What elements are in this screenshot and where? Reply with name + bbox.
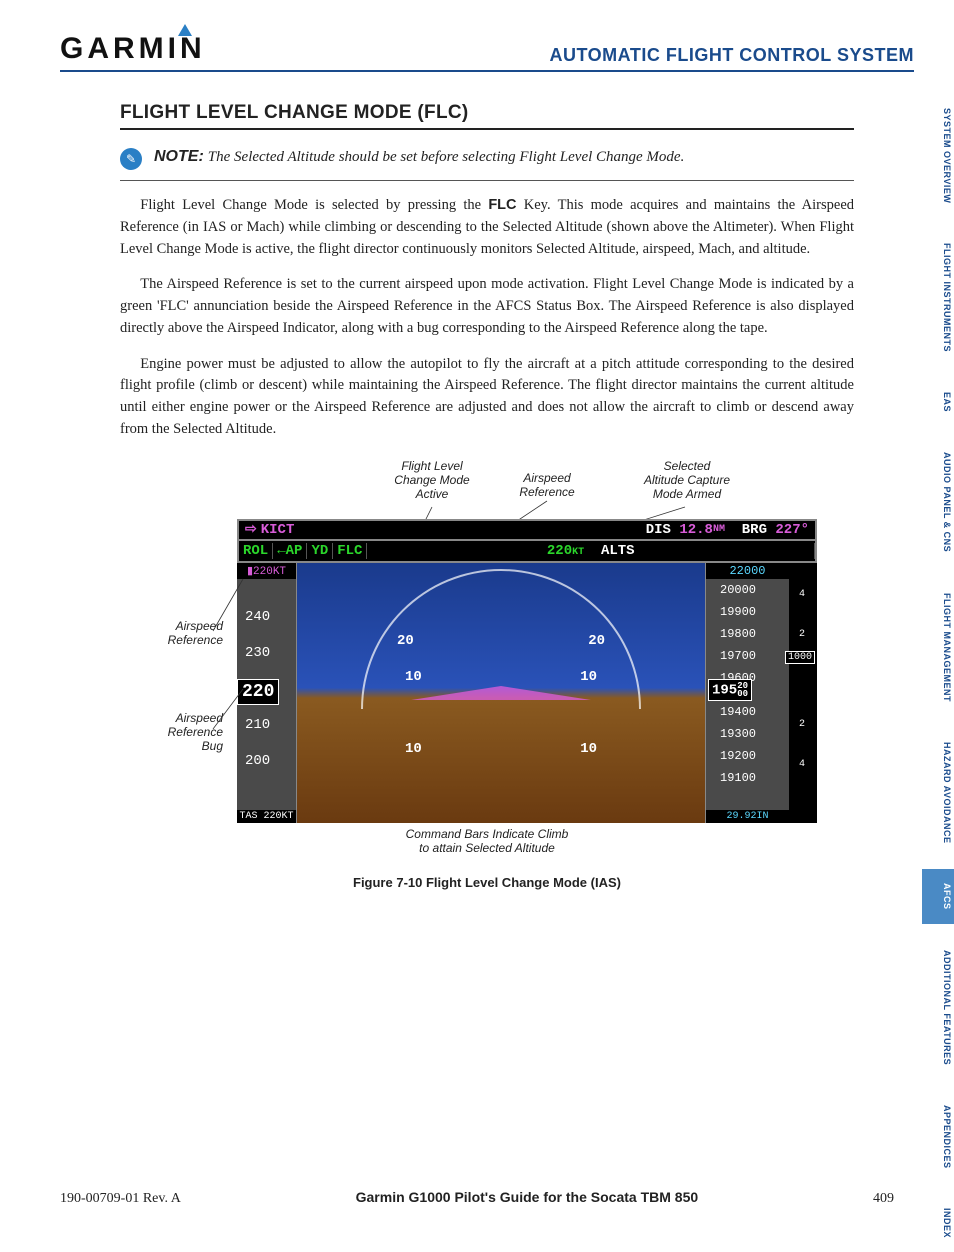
tab-eas[interactable]: EAS (922, 378, 954, 426)
footer-page: 409 (873, 1191, 894, 1207)
tab-flight-management[interactable]: FLIGHT MANAGEMENT (922, 579, 954, 716)
tab-system-overview[interactable]: SYSTEM OVERVIEW (922, 94, 954, 217)
brg-label: BRG (742, 522, 767, 538)
note-block: ✎ NOTE: The Selected Altitude should be … (120, 148, 854, 181)
note-icon: ✎ (120, 148, 142, 170)
note-text: The Selected Altitude should be set befo… (208, 149, 685, 165)
yd-annun: YD (307, 543, 333, 559)
garmin-delta-icon (178, 24, 192, 36)
ap-annun: ←AP (273, 543, 307, 559)
selected-altitude: 22000 (706, 563, 789, 579)
tab-afcs[interactable]: AFCS (922, 869, 954, 924)
paragraph-1: Flight Level Change Mode is selected by … (120, 195, 854, 260)
footer-title: Garmin G1000 Pilot's Guide for the Socat… (356, 1189, 699, 1205)
altitude-readout: 19520 00 (708, 679, 752, 702)
tab-hazard-avoidance[interactable]: HAZARD AVOIDANCE (922, 728, 954, 858)
vsi-readout: 1000 (785, 651, 815, 664)
figure-7-10: Flight Level Change Mode Active Airspeed… (127, 459, 847, 890)
dis-label: DIS (646, 522, 671, 538)
tab-flight-instruments[interactable]: FLIGHT INSTRUMENTS (922, 229, 954, 366)
airspeed-ref-top: 220KT (253, 566, 286, 578)
afcs-mode-bar: ROL ←AP YD FLC 220KT ALTS (237, 541, 817, 563)
baro-setting: 29.92IN (706, 810, 789, 823)
callout-cmd-bars: Command Bars Indicate Climb to attain Se… (127, 827, 847, 855)
altitude-tape: 22000 20000 19900 19800 19700 19600 1940… (705, 563, 789, 823)
nav-waypoint: KICT (261, 522, 295, 538)
tab-additional-features[interactable]: ADDITIONAL FEATURES (922, 936, 954, 1079)
tas-readout: TAS 220KT (237, 810, 296, 823)
chapter-title: AUTOMATIC FLIGHT CONTROL SYSTEM (550, 45, 915, 66)
footer-rev: 190-00709-01 Rev. A (60, 1191, 181, 1207)
dis-value: 12.8 (679, 522, 713, 538)
garmin-logo: GARMIN (60, 32, 220, 66)
attitude-indicator: 20 20 10 10 10 10 (297, 563, 705, 823)
alts-annun: ALTS (601, 543, 635, 559)
section-tabs: SYSTEM OVERVIEW FLIGHT INSTRUMENTS EAS A… (922, 94, 954, 1252)
paragraph-2: The Airspeed Reference is set to the cur… (120, 274, 854, 339)
tab-audio-panel[interactable]: AUDIO PANEL & CNS (922, 438, 954, 566)
ias-ref-value: 220 (547, 543, 572, 559)
paragraph-3: Engine power must be adjusted to allow t… (120, 354, 854, 441)
note-label: NOTE: (154, 148, 204, 165)
vsi-tape: 4 2 2 4 1000 (789, 563, 817, 823)
figure-caption: Figure 7-10 Flight Level Change Mode (IA… (127, 875, 847, 890)
tab-index[interactable]: INDEX (922, 1194, 954, 1252)
section-title: FLIGHT LEVEL CHANGE MODE (FLC) (120, 102, 854, 130)
command-bars-icon (411, 686, 591, 700)
nav-status-bar: ⇨ KICT DIS 12.8 NM BRG 227° (237, 519, 817, 541)
flc-annun: FLC (333, 543, 367, 559)
brg-value: 227° (775, 522, 809, 538)
tab-appendices[interactable]: APPENDICES (922, 1091, 954, 1183)
